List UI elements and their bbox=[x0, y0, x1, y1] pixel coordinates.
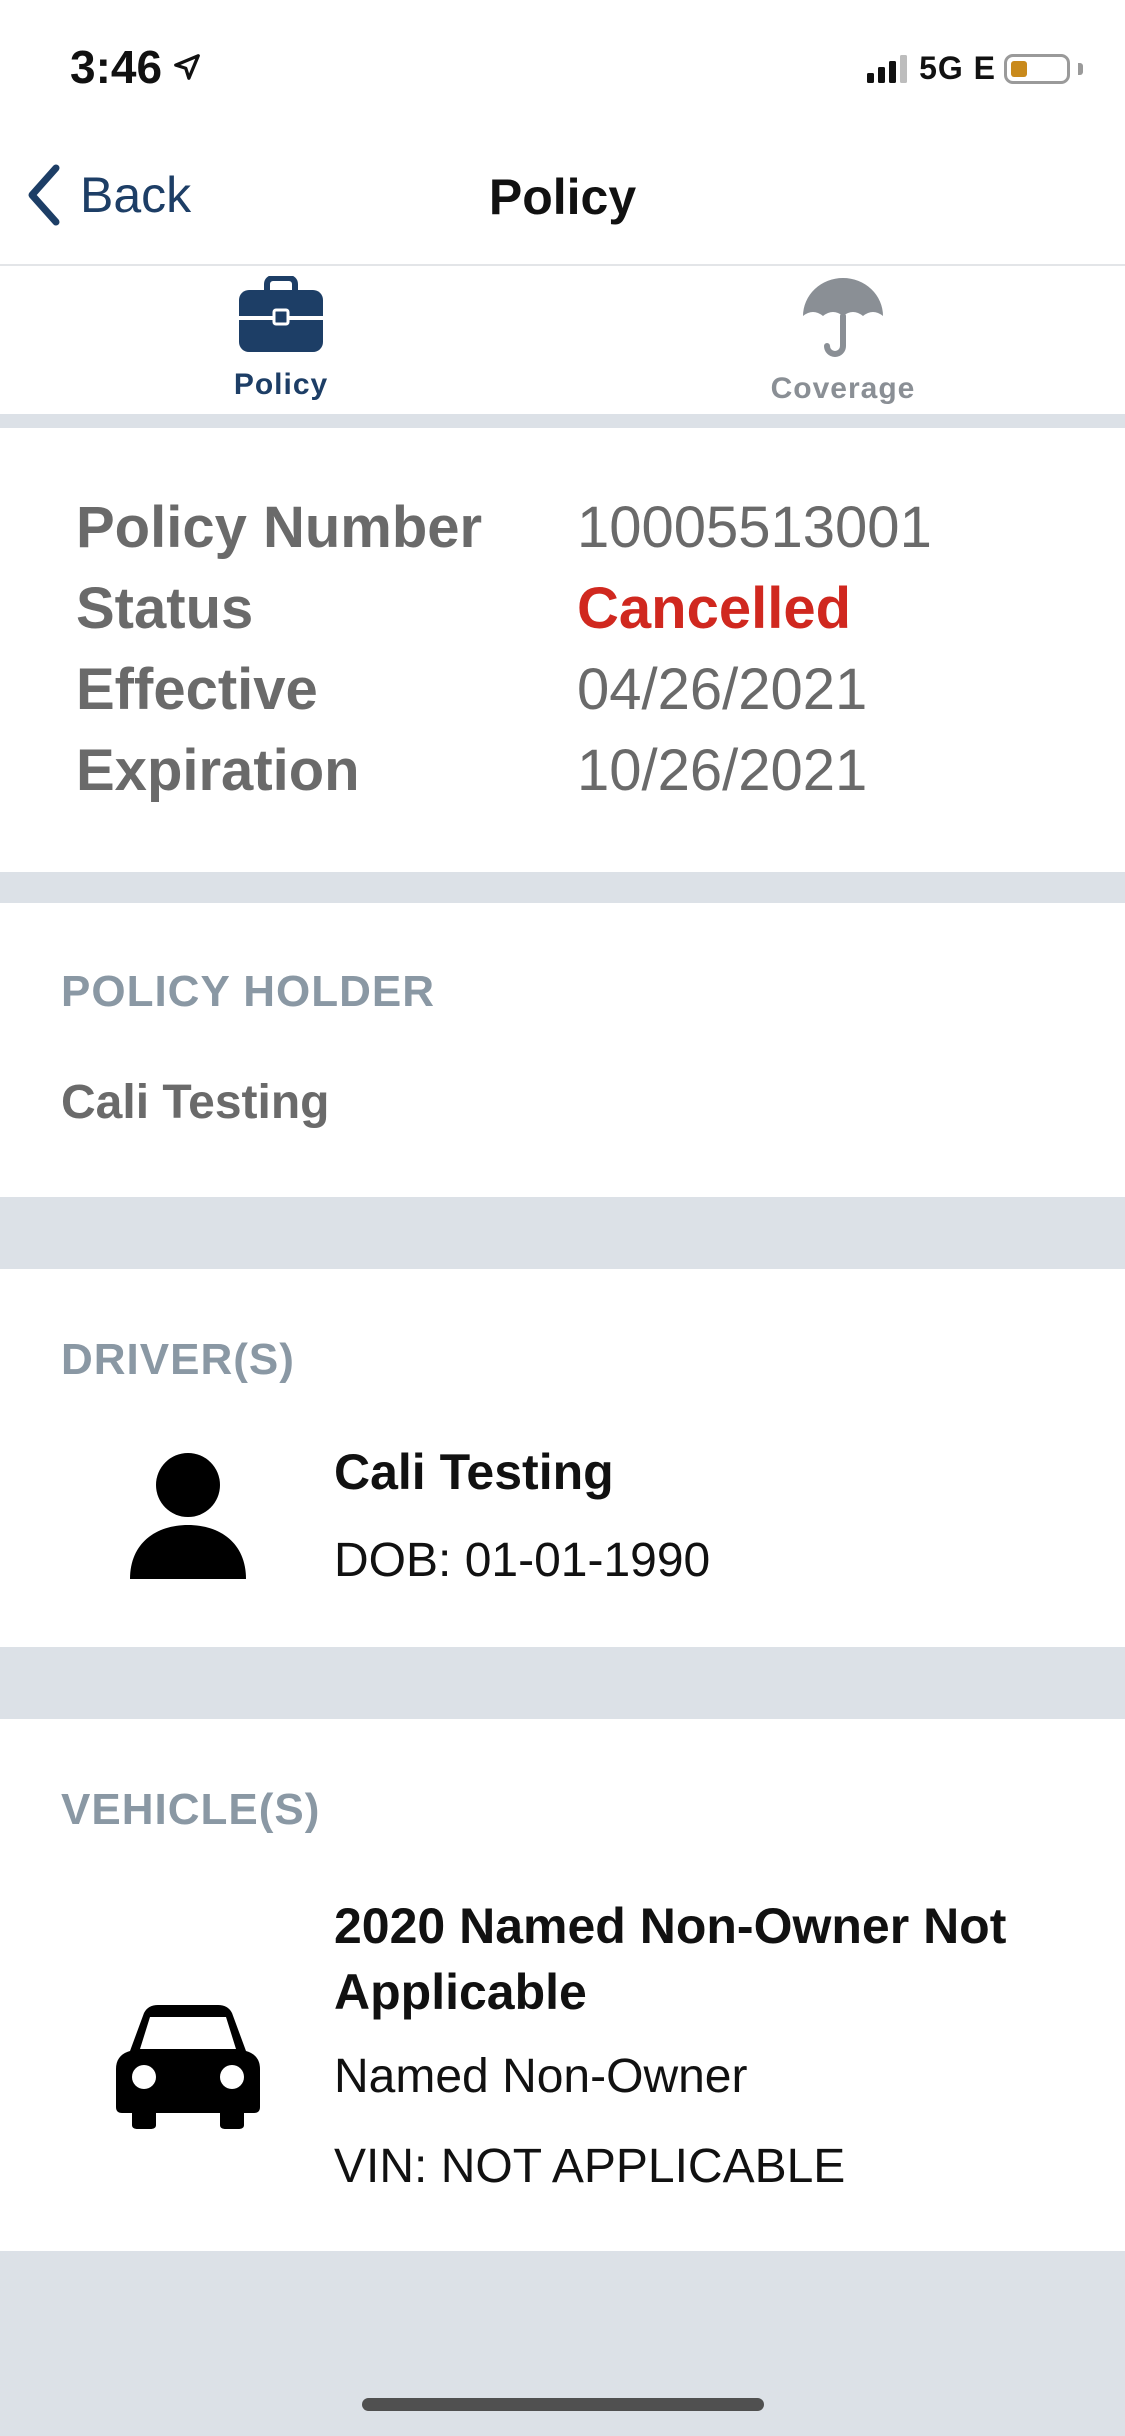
back-label: Back bbox=[80, 167, 192, 223]
location-arrow-icon bbox=[174, 54, 200, 80]
expiration-label: Expiration bbox=[76, 738, 360, 803]
status-indicators: 5G E bbox=[867, 50, 1083, 87]
back-button[interactable]: Back bbox=[26, 164, 191, 226]
policy-holder-card: POLICY HOLDER Cali Testing bbox=[0, 903, 1125, 1197]
vehicle-title: 2020 Named Non-Owner Not Applicable bbox=[334, 1893, 1006, 2025]
chevron-left-icon bbox=[28, 164, 60, 226]
vehicle-title-line1: 2020 Named Non-Owner Not bbox=[334, 1898, 1007, 1954]
driver-item[interactable]: Cali Testing DOB: 01-01-1990 bbox=[0, 1444, 1125, 1599]
car-icon bbox=[116, 2005, 260, 2129]
home-indicator[interactable] bbox=[362, 2398, 764, 2411]
umbrella-icon bbox=[803, 278, 883, 357]
battery-low-icon bbox=[1004, 53, 1070, 84]
driver-name: Cali Testing bbox=[334, 1444, 614, 1500]
tab-coverage-label: Coverage bbox=[770, 372, 916, 405]
signal-bars-icon bbox=[867, 54, 908, 83]
vehicle-type: Named Non-Owner bbox=[334, 2050, 748, 2103]
vehicle-item[interactable]: 2020 Named Non-Owner Not Applicable Name… bbox=[0, 1898, 1125, 2219]
policy-summary-card: Policy Number 10005513001 Status Cancell… bbox=[0, 428, 1125, 872]
driver-dob: DOB: 01-01-1990 bbox=[334, 1534, 711, 1587]
battery-tip bbox=[1078, 62, 1083, 75]
status-label: Status bbox=[76, 576, 254, 641]
person-icon bbox=[130, 1453, 246, 1579]
policy-holder-name: Cali Testing bbox=[61, 1076, 330, 1129]
effective-date: 04/26/2021 bbox=[577, 657, 868, 722]
drivers-title: DRIVER(S) bbox=[61, 1335, 295, 1384]
status-time: 3:46 bbox=[70, 40, 202, 94]
policy-number-label: Policy Number bbox=[76, 495, 483, 560]
status-value: Cancelled bbox=[577, 576, 851, 641]
briefcase-icon bbox=[239, 276, 323, 352]
drivers-card: DRIVER(S) Cali Testing DOB: 01-01-1990 bbox=[0, 1269, 1125, 1647]
vehicle-title-line2: Applicable bbox=[334, 1964, 587, 2020]
expiration-date: 10/26/2021 bbox=[577, 738, 868, 803]
effective-label: Effective bbox=[76, 657, 318, 722]
status-time-text: 3:46 bbox=[70, 41, 163, 93]
tab-policy[interactable]: Policy bbox=[81, 276, 481, 402]
policy-holder-title: POLICY HOLDER bbox=[61, 967, 436, 1016]
policy-number-value: 10005513001 bbox=[577, 495, 932, 560]
vehicles-title: VEHICLE(S) bbox=[61, 1785, 321, 1834]
tab-coverage[interactable]: Coverage bbox=[643, 276, 1043, 406]
tab-policy-label: Policy bbox=[233, 368, 329, 401]
vehicles-card: VEHICLE(S) 2020 Named Non-Owner Not Appl… bbox=[0, 1719, 1125, 2251]
vehicle-vin: VIN: NOT APPLICABLE bbox=[334, 2140, 846, 2193]
network-type: 5G E bbox=[919, 50, 996, 86]
